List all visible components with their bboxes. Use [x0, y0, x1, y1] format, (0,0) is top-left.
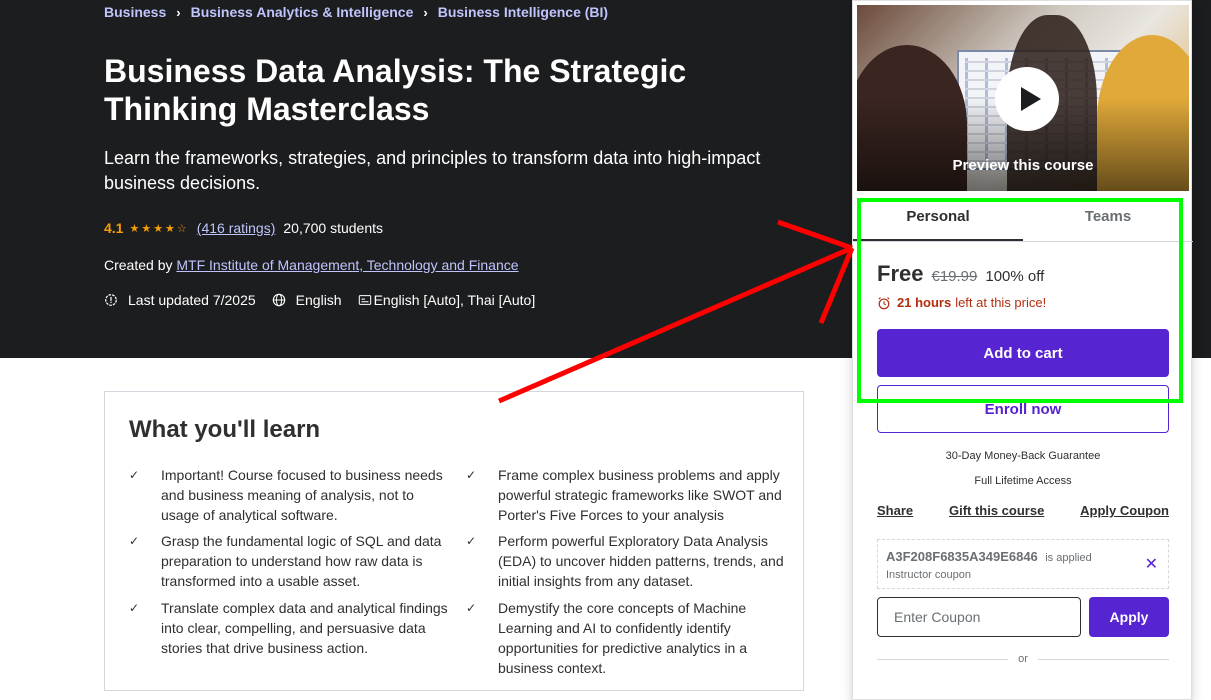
check-icon: ✓	[129, 468, 140, 482]
close-icon[interactable]: ✕	[1145, 554, 1158, 574]
divider-line	[1037, 658, 1169, 660]
tab-teams[interactable]: Teams	[1023, 196, 1193, 241]
learn-item-text: Grasp the fundamental logic of SQL and d…	[161, 533, 442, 589]
language-text: English	[295, 292, 342, 308]
purchase-sidebar: Preview this course Personal Teams Free …	[852, 0, 1193, 700]
rating-row: 4.1 ★★★★☆ (416 ratings) 20,700 students	[104, 220, 383, 236]
created-by: Created by MTF Institute of Management, …	[104, 257, 519, 273]
learn-item-text: Demystify the core concepts of Machine L…	[498, 600, 748, 676]
learn-item-text: Important! Course focused to business ne…	[161, 467, 443, 523]
learn-item: ✓ Grasp the fundamental logic of SQL and…	[129, 531, 451, 591]
rating-value: 4.1	[104, 220, 124, 236]
price-timer: 21 hours left at this price!	[877, 295, 1046, 310]
captions-icon	[358, 295, 371, 305]
course-subtitle: Learn the frameworks, strategies, and pr…	[104, 148, 761, 193]
learn-item-text: Frame complex business problems and appl…	[498, 467, 782, 523]
language: English	[272, 292, 342, 308]
learn-item: ✓ Important! Course focused to business …	[129, 465, 451, 525]
add-to-cart-button[interactable]: Add to cart	[877, 329, 1169, 377]
discount-percent: 100% off	[985, 268, 1045, 285]
course-preview[interactable]: Preview this course	[857, 5, 1189, 191]
ratings-link[interactable]: (416 ratings)	[197, 220, 276, 236]
tab-personal[interactable]: Personal	[853, 196, 1023, 241]
globe-icon	[272, 293, 285, 307]
money-back-guarantee: 30-Day Money-Back Guarantee	[945, 450, 1101, 462]
learn-item: ✓ Demystify the core concepts of Machine…	[466, 598, 788, 678]
timer-hours: 21 hours	[897, 295, 952, 310]
coupon-applied-text: is applied	[1045, 552, 1092, 564]
learn-item: ✓ Translate complex data and analytical …	[129, 598, 451, 658]
apply-coupon-link[interactable]: Apply Coupon	[1080, 503, 1169, 518]
alarm-clock-icon	[878, 296, 890, 309]
learn-title: What you'll learn	[129, 416, 321, 443]
applied-coupon: A3F208F6835A349E6846 is applied Instruct…	[877, 539, 1169, 589]
timer-text: left at this price!	[955, 295, 1047, 310]
price-row: Free €19.99 100% off	[877, 261, 1044, 287]
learn-item: ✓ Perform powerful Exploratory Data Anal…	[466, 531, 788, 591]
breadcrumb-item-analytics[interactable]: Business Analytics & Intelligence	[191, 4, 414, 20]
check-icon: ✓	[466, 534, 477, 548]
check-icon: ✓	[466, 468, 477, 482]
enroll-now-button[interactable]: Enroll now	[877, 385, 1169, 433]
sidebar-links: Share Gift this course Apply Coupon	[877, 503, 1169, 518]
learn-item: ✓ Frame complex business problems and ap…	[466, 465, 788, 525]
share-link[interactable]: Share	[877, 503, 913, 518]
check-icon: ✓	[129, 534, 140, 548]
breadcrumb-item-business[interactable]: Business	[104, 4, 166, 20]
lifetime-access: Full Lifetime Access	[974, 475, 1072, 487]
students-count: 20,700 students	[283, 220, 384, 236]
instructor-link[interactable]: MTF Institute of Management, Technology …	[176, 257, 518, 273]
course-meta: Last updated 7/2025 English English [Aut…	[104, 292, 551, 308]
play-icon[interactable]	[995, 67, 1059, 131]
check-icon: ✓	[129, 601, 140, 615]
last-updated: Last updated 7/2025	[104, 292, 256, 308]
course-title: Business Data Analysis: The Strategic Th…	[104, 53, 687, 127]
star-rating-icon: ★★★★☆	[129, 222, 189, 235]
coupon-code: A3F208F6835A349E6846	[886, 549, 1038, 564]
pricing-tabs: Personal Teams	[853, 196, 1193, 242]
divider-line	[877, 658, 1009, 660]
coupon-input[interactable]	[877, 597, 1081, 637]
gift-course-link[interactable]: Gift this course	[949, 503, 1044, 518]
original-price: €19.99	[931, 268, 978, 285]
apply-coupon-button[interactable]: Apply	[1089, 597, 1169, 637]
captions-text: English [Auto], Thai [Auto]	[373, 292, 536, 308]
or-divider: or	[877, 653, 1169, 665]
learn-item-text: Translate complex data and analytical fi…	[161, 600, 448, 656]
preview-label[interactable]: Preview this course	[857, 157, 1189, 174]
check-icon: ✓	[466, 601, 477, 615]
created-by-label: Created by	[104, 257, 173, 273]
or-text: or	[1018, 653, 1028, 665]
learn-item-text: Perform powerful Exploratory Data Analys…	[498, 533, 784, 589]
chevron-right-icon: ›	[176, 4, 181, 20]
breadcrumb-item-bi[interactable]: Business Intelligence (BI)	[438, 4, 608, 20]
captions: English [Auto], Thai [Auto]	[358, 292, 536, 308]
breadcrumb: Business › Business Analytics & Intellig…	[104, 4, 608, 20]
what-youll-learn: What you'll learn ✓ Important! Course fo…	[104, 391, 804, 691]
alert-badge-icon	[105, 294, 117, 306]
current-price: Free	[877, 261, 924, 286]
last-updated-text: Last updated 7/2025	[128, 292, 256, 308]
chevron-right-icon: ›	[423, 4, 428, 20]
coupon-type: Instructor coupon	[886, 569, 971, 581]
